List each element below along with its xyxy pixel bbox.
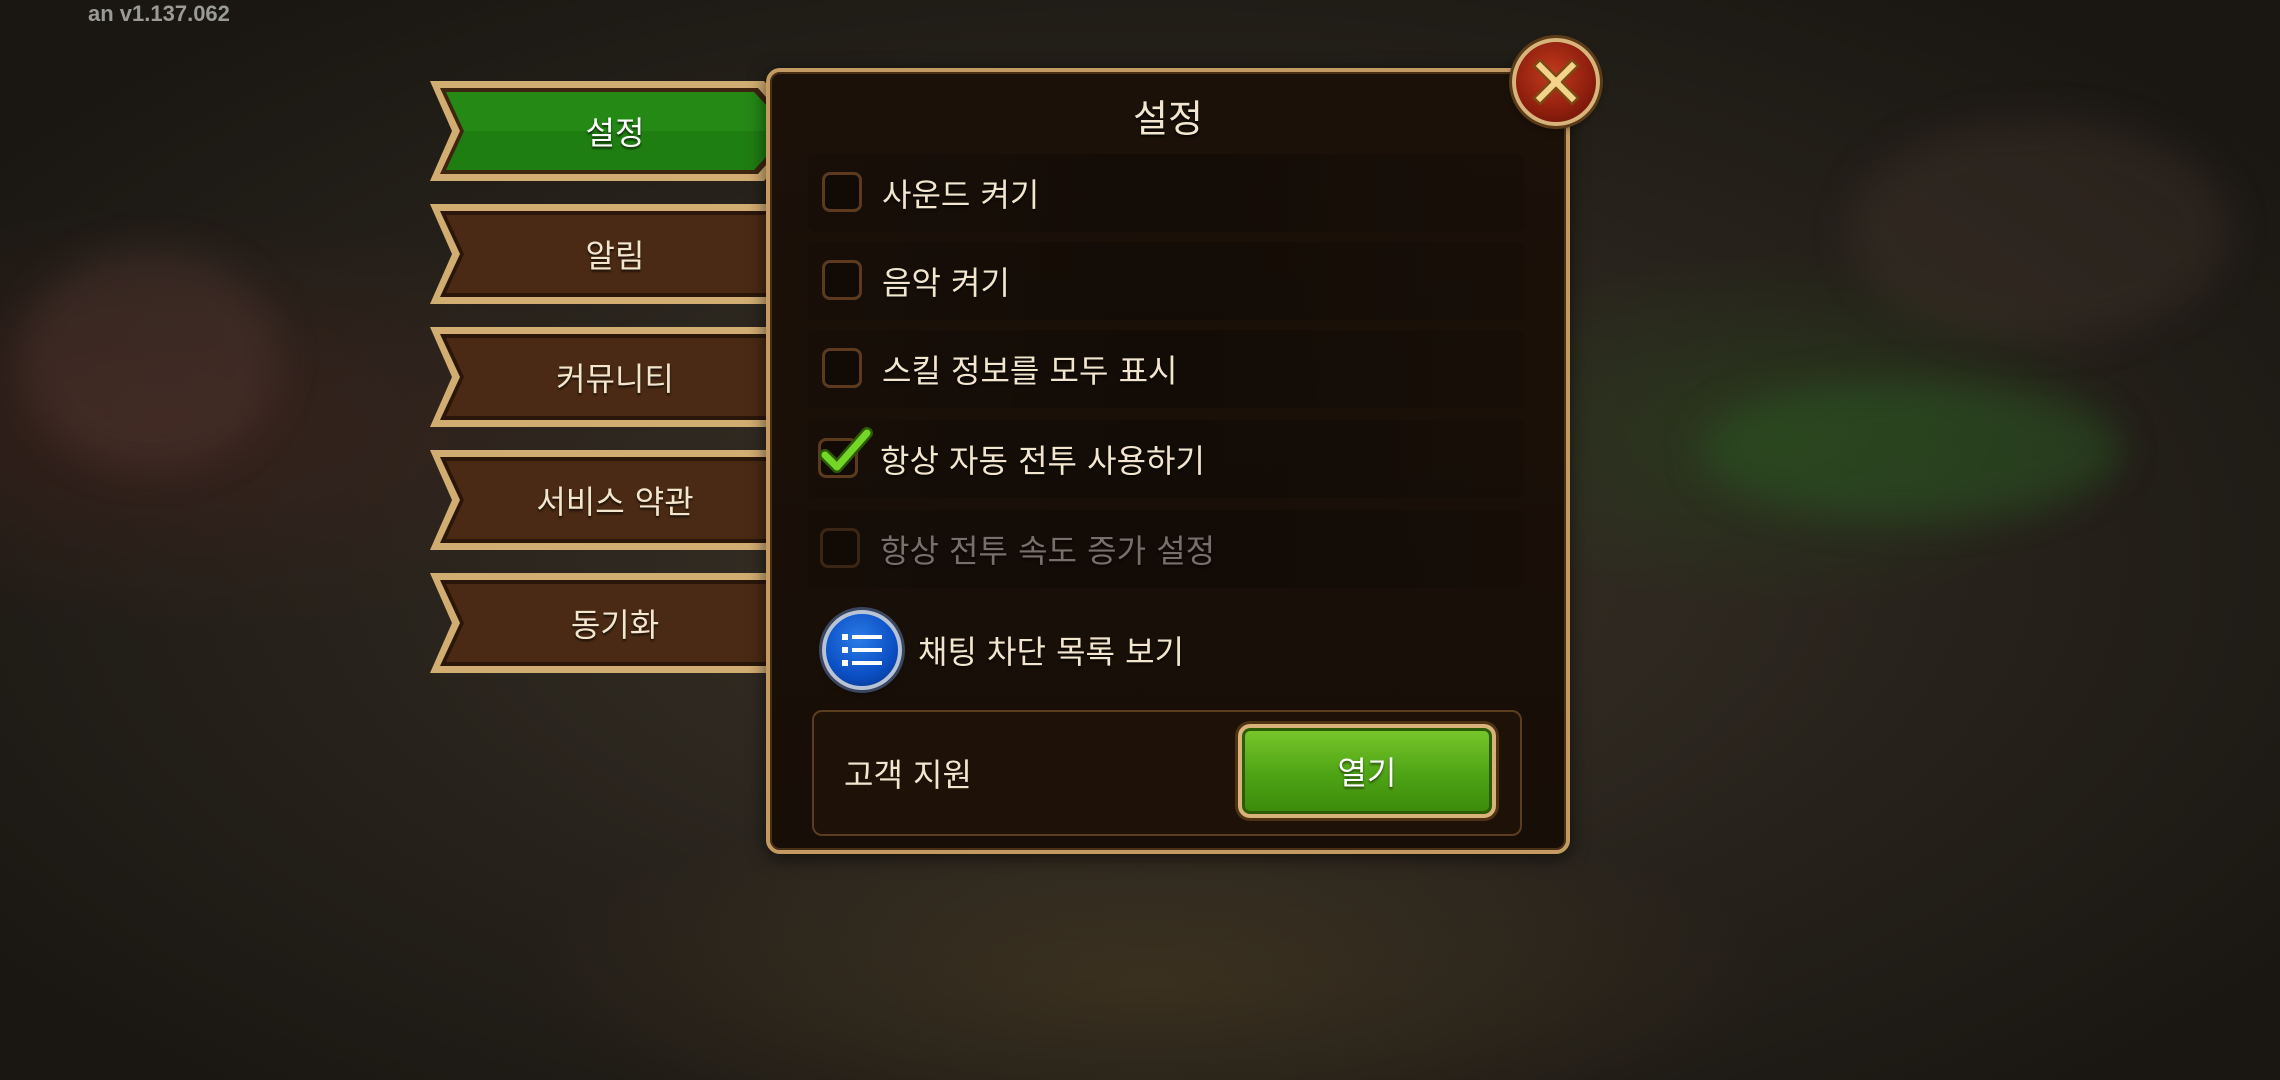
checkmark-icon [819,427,873,473]
tab-community[interactable]: 커뮤니티 [424,323,812,431]
option-skill-info[interactable]: 스킬 정보를 모두 표시 [808,330,1524,408]
tab-sync[interactable]: 동기화 [424,569,812,677]
option-label: 스킬 정보를 모두 표시 [882,352,1178,390]
list-icon [842,634,882,666]
customer-support-section: 고객 지원 열기 [812,710,1522,836]
background-decor [1850,120,2230,340]
chat-block-list-label[interactable]: 채팅 차단 목록 보기 [918,610,1184,690]
panel-title: 설정 [1133,97,1203,141]
background-decor [20,250,280,470]
option-label: 항상 자동 전투 사용하기 [880,442,1205,480]
tab-label: 커뮤니티 [556,360,674,398]
close-icon [1532,58,1580,106]
tab-notifications[interactable]: 알림 [424,200,812,308]
battle-speed-checkbox[interactable] [820,528,860,568]
option-auto-battle[interactable]: 항상 자동 전투 사용하기 [808,420,1524,498]
tab-settings[interactable]: 설정 [424,77,812,185]
tab-label: 서비스 약관 [536,483,694,521]
tab-label: 알림 [585,237,645,275]
option-battle-speed[interactable]: 항상 전투 속도 증가 설정 [808,510,1524,588]
option-label: 사운드 켜기 [882,176,1040,214]
option-label: 항상 전투 속도 증가 설정 [880,532,1216,570]
background-decor [1700,380,2120,520]
tab-label: 동기화 [570,606,660,644]
option-sound[interactable]: 사운드 켜기 [808,154,1524,232]
sound-checkbox[interactable] [822,172,862,212]
auto-battle-checkbox[interactable] [818,427,873,478]
chat-block-list-button[interactable] [822,610,902,690]
option-label: 음악 켜기 [882,264,1010,302]
version-label: an v1.137.062 [88,1,230,26]
close-button[interactable] [1512,38,1600,126]
tab-terms-of-service[interactable]: 서비스 약관 [424,446,812,554]
game-background: an v1.137.062 설정 알림 커뮤니티 서비스 약관 동기화 설정 사… [0,0,2280,1080]
open-button[interactable]: 열기 [1238,724,1496,818]
music-checkbox[interactable] [822,260,862,300]
skill-info-checkbox[interactable] [822,348,862,388]
tab-label: 설정 [585,114,645,152]
option-music[interactable]: 음악 켜기 [808,242,1524,320]
customer-support-label: 고객 지원 [844,756,972,794]
